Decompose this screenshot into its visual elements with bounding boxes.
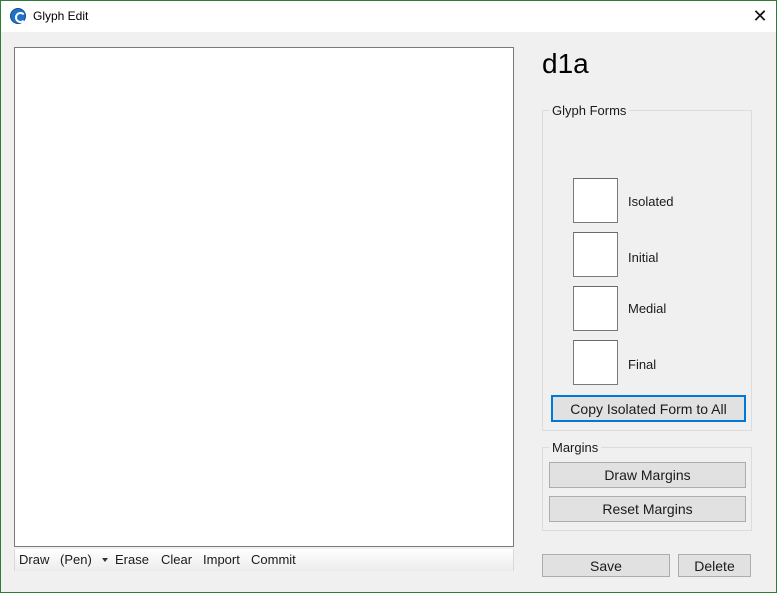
glyph-edit-window: Glyph Edit ✕ Draw (Pen) Erase Clear Impo… <box>0 0 777 593</box>
title-bar[interactable]: Glyph Edit ✕ <box>1 1 776 32</box>
medial-form-box[interactable] <box>573 286 618 331</box>
commit-button[interactable]: Commit <box>251 552 296 567</box>
draw-button[interactable]: Draw <box>19 552 49 567</box>
final-label: Final <box>628 357 657 372</box>
draw-margins-button[interactable]: Draw Margins <box>549 462 746 488</box>
margins-group: Margins Draw Margins Reset Margins <box>542 440 752 531</box>
delete-button[interactable]: Delete <box>678 554 751 577</box>
chevron-down-icon[interactable] <box>102 558 108 562</box>
margins-label: Margins <box>549 440 602 455</box>
isolated-label: Isolated <box>628 194 674 209</box>
pen-dropdown[interactable]: (Pen) <box>60 552 92 567</box>
copy-isolated-form-button[interactable]: Copy Isolated Form to All <box>551 395 746 422</box>
glyph-forms-group: Glyph Forms Isolated Initial Medial Fina… <box>542 103 752 431</box>
close-icon[interactable]: ✕ <box>744 1 776 32</box>
clear-button[interactable]: Clear <box>161 552 192 567</box>
window-title: Glyph Edit <box>33 9 89 23</box>
drawing-canvas[interactable] <box>14 47 514 547</box>
import-button[interactable]: Import <box>203 552 240 567</box>
save-button[interactable]: Save <box>542 554 670 577</box>
initial-form-box[interactable] <box>573 232 618 277</box>
isolated-form-box[interactable] <box>573 178 618 223</box>
glyph-name-title: d1a <box>542 48 589 79</box>
reset-margins-button[interactable]: Reset Margins <box>549 496 746 522</box>
final-form-box[interactable] <box>573 340 618 385</box>
erase-button[interactable]: Erase <box>115 552 149 567</box>
medial-label: Medial <box>628 301 667 316</box>
initial-label: Initial <box>628 250 659 265</box>
app-logo-icon <box>10 8 26 24</box>
drawing-toolbar: Draw (Pen) Erase Clear Import Commit <box>14 549 514 571</box>
glyph-forms-label: Glyph Forms <box>549 103 630 118</box>
